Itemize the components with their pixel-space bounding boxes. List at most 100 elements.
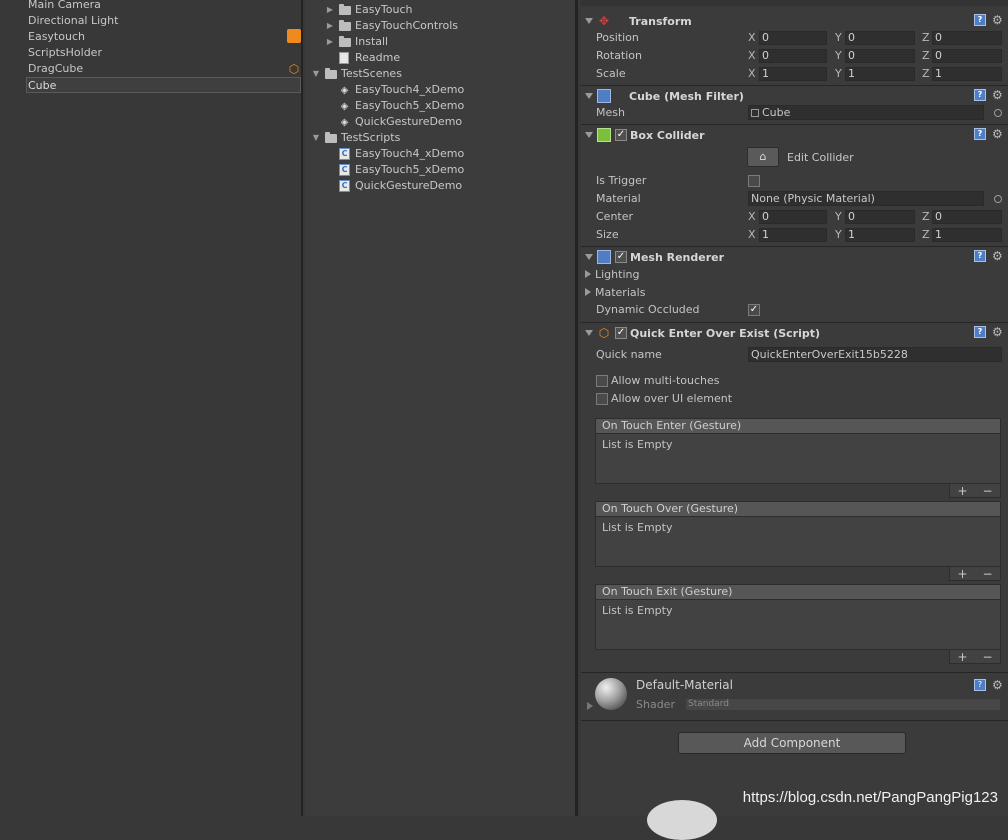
- script-header[interactable]: ⬡ ✓ Quick Enter Over Exist (Script) ? ⚙: [581, 323, 1008, 343]
- project-folder-testscenes[interactable]: ▼ TestScenes: [311, 66, 402, 82]
- on-touch-exit-event: On Touch Exit (Gesture) List is Empty + …: [595, 584, 1001, 664]
- help-book-icon[interactable]: ?: [974, 679, 986, 691]
- hierarchy-item-dragcube[interactable]: DragCube ⬡: [28, 61, 303, 77]
- gear-icon[interactable]: ⚙: [992, 14, 1004, 26]
- help-book-icon[interactable]: ?: [974, 89, 986, 101]
- hierarchy-item-scriptsholder[interactable]: ScriptsHolder: [28, 45, 102, 61]
- quick-gesture-icon: ⬡: [598, 326, 610, 340]
- allow-over-ui-checkbox[interactable]: [596, 393, 608, 405]
- fold-arrow-icon[interactable]: ▼: [311, 66, 321, 82]
- fold-arrow-icon[interactable]: ▼: [311, 130, 321, 146]
- box-collider-enabled-checkbox[interactable]: ✓: [615, 129, 627, 141]
- project-scene-easytouch4[interactable]: ◈ EasyTouch4_xDemo: [339, 82, 465, 98]
- size-y-field[interactable]: 1: [845, 228, 915, 242]
- project-script-easytouch5[interactable]: C EasyTouch5_xDemo: [339, 162, 464, 178]
- project-item-label: Readme: [355, 51, 401, 64]
- position-y-field[interactable]: 0: [845, 31, 915, 45]
- gear-icon[interactable]: ⚙: [992, 679, 1004, 691]
- box-collider-header[interactable]: ✓ Box Collider ? ⚙: [581, 125, 1008, 145]
- gear-icon[interactable]: ⚙: [992, 250, 1004, 262]
- folder-icon: [325, 67, 337, 79]
- gear-icon[interactable]: ⚙: [992, 89, 1004, 101]
- size-z-field[interactable]: 1: [932, 228, 1002, 242]
- fold-arrow-icon[interactable]: ▶: [325, 34, 335, 50]
- scale-x-field[interactable]: 1: [759, 67, 827, 81]
- collapse-arrow-icon[interactable]: [585, 132, 593, 138]
- lighting-label: Lighting: [595, 267, 640, 281]
- collapse-arrow-icon[interactable]: [585, 18, 593, 24]
- help-book-icon[interactable]: ?: [974, 250, 986, 262]
- expand-arrow-icon[interactable]: [585, 288, 591, 296]
- component-tools: ? ⚙: [974, 679, 1004, 691]
- preview-shape: [647, 800, 717, 840]
- remove-listener-button[interactable]: −: [982, 567, 992, 581]
- on-touch-over-event: On Touch Over (Gesture) List is Empty + …: [595, 501, 1001, 581]
- remove-listener-button[interactable]: −: [982, 484, 992, 498]
- project-scene-quickgesture[interactable]: ◈ QuickGestureDemo: [339, 114, 463, 130]
- expand-arrow-icon[interactable]: [585, 270, 591, 278]
- transform-header[interactable]: ✥ Transform ? ⚙: [581, 11, 1008, 31]
- collapse-arrow-icon[interactable]: [585, 254, 593, 260]
- project-script-easytouch4[interactable]: C EasyTouch4_xDemo: [339, 146, 464, 162]
- scale-y-field[interactable]: 1: [845, 67, 915, 81]
- hierarchy-item-cube[interactable]: Cube: [26, 77, 301, 93]
- mesh-renderer-header[interactable]: ✓ Mesh Renderer ? ⚙: [581, 247, 1008, 267]
- help-book-icon[interactable]: ?: [974, 14, 986, 26]
- project-item-label: EasyTouchControls: [355, 19, 458, 32]
- hierarchy-item-main-camera[interactable]: Main Camera: [28, 0, 101, 13]
- collapse-arrow-icon[interactable]: [585, 330, 593, 336]
- allow-multi-touches-checkbox[interactable]: [596, 375, 608, 387]
- add-component-button[interactable]: Add Component: [678, 732, 906, 754]
- hierarchy-item-easytouch[interactable]: Easytouch: [28, 29, 303, 45]
- project-folder-easytouch[interactable]: ▶ EasyTouch: [325, 2, 413, 18]
- fold-arrow-icon[interactable]: ▶: [325, 2, 335, 18]
- gear-icon[interactable]: ⚙: [992, 128, 1004, 140]
- event-list-footer: + −: [949, 484, 1001, 498]
- quick-gesture-icon: ⬡: [288, 62, 300, 76]
- lighting-foldout[interactable]: Lighting: [581, 266, 639, 282]
- position-z-field[interactable]: 0: [932, 31, 1002, 45]
- rotation-z-field[interactable]: 0: [932, 49, 1002, 63]
- help-book-icon[interactable]: ?: [974, 128, 986, 140]
- center-z-field[interactable]: 0: [932, 210, 1002, 224]
- collapse-arrow-icon[interactable]: [585, 93, 593, 99]
- add-listener-button[interactable]: +: [957, 567, 967, 581]
- shader-dropdown[interactable]: Standard: [685, 698, 1001, 711]
- project-scene-easytouch5[interactable]: ◈ EasyTouch5_xDemo: [339, 98, 465, 114]
- project-script-quickgesture[interactable]: C QuickGestureDemo: [339, 178, 462, 194]
- help-book-icon[interactable]: ?: [974, 326, 986, 338]
- project-folder-testscripts[interactable]: ▼ TestScripts: [311, 130, 400, 146]
- scale-z-field[interactable]: 1: [932, 67, 1002, 81]
- rotation-x-field[interactable]: 0: [759, 49, 827, 63]
- add-listener-button[interactable]: +: [957, 650, 967, 664]
- object-picker-icon[interactable]: [994, 109, 1002, 117]
- project-folder-easytouchcontrols[interactable]: ▶ EasyTouchControls: [325, 18, 458, 34]
- is-trigger-checkbox[interactable]: [748, 175, 760, 187]
- remove-listener-button[interactable]: −: [982, 650, 992, 664]
- size-x-field[interactable]: 1: [759, 228, 827, 242]
- script-enabled-checkbox[interactable]: ✓: [615, 327, 627, 339]
- physic-material-field[interactable]: None (Physic Material): [748, 191, 984, 206]
- mesh-object-field[interactable]: Cube: [748, 105, 984, 120]
- dynamic-occluded-checkbox[interactable]: ✓: [748, 304, 760, 316]
- gear-icon[interactable]: ⚙: [992, 326, 1004, 338]
- component-tools: ? ⚙: [974, 250, 1004, 262]
- project-file-readme[interactable]: Readme: [339, 50, 400, 66]
- unity-scene-icon: ◈: [340, 116, 349, 128]
- mesh-renderer-enabled-checkbox[interactable]: ✓: [615, 251, 627, 263]
- fold-arrow-icon[interactable]: ▶: [325, 18, 335, 34]
- center-y-field[interactable]: 0: [845, 210, 915, 224]
- expand-arrow-icon[interactable]: [587, 702, 593, 710]
- materials-foldout[interactable]: Materials: [581, 284, 645, 300]
- project-folder-install[interactable]: ▶ Install: [325, 34, 388, 50]
- rotation-y-field[interactable]: 0: [845, 49, 915, 63]
- center-x-field[interactable]: 0: [759, 210, 827, 224]
- position-x-field[interactable]: 0: [759, 31, 827, 45]
- quick-name-input[interactable]: QuickEnterOverExit15b5228: [748, 347, 1002, 362]
- object-picker-icon[interactable]: [994, 195, 1002, 203]
- mesh-filter-header[interactable]: Cube (Mesh Filter) ? ⚙: [581, 86, 1008, 106]
- hierarchy-item-directional-light[interactable]: Directional Light: [28, 13, 118, 29]
- add-listener-button[interactable]: +: [957, 484, 967, 498]
- on-touch-enter-event: On Touch Enter (Gesture) List is Empty +…: [595, 418, 1001, 498]
- edit-collider-button[interactable]: ⌂: [747, 147, 779, 167]
